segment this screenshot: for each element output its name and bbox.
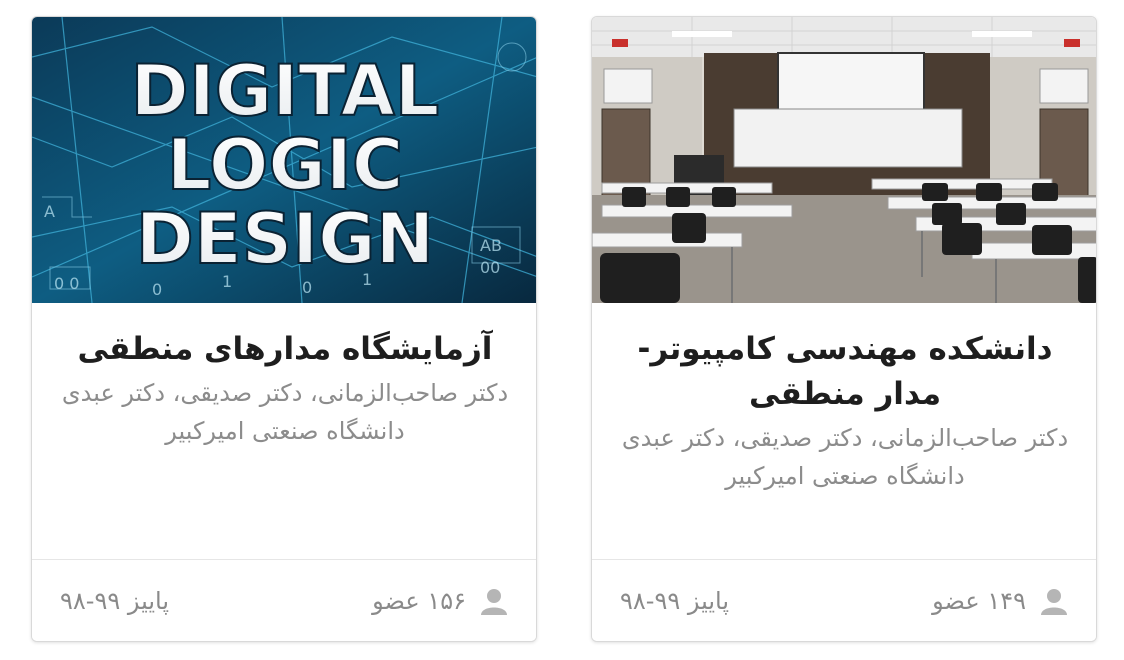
svg-text:0 0: 0 0 — [54, 274, 79, 293]
course-card[interactable]: A 0 0 AB 00 0 1 0 1 DIGITAL LOGIC DESIGN… — [31, 16, 537, 642]
svg-text:0: 0 — [152, 280, 162, 299]
classroom-photo — [592, 17, 1096, 303]
course-university: دانشگاه صنعتی امیرکبیر — [165, 417, 405, 445]
cover-line-3: DESIGN — [136, 198, 434, 280]
digital-logic-cover-art: A 0 0 AB 00 0 1 0 1 DIGITAL LOGIC DESIGN — [32, 17, 536, 303]
card-footer: ۱۴۹ عضو پاییز ۹۹-۹۸ — [592, 559, 1096, 641]
svg-text:0: 0 — [302, 278, 312, 297]
svg-text:A: A — [44, 202, 55, 221]
cover-line-1: DIGITAL — [131, 50, 440, 132]
course-instructors: دکتر صاحب‌الزمانی، دکتر صدیقی، دکتر عبدی — [621, 424, 1069, 452]
user-icon — [480, 587, 508, 615]
card-body: دانشکده مهندسی کامپیوتر- مدار منطقی دکتر… — [592, 303, 1096, 561]
course-university: دانشگاه صنعتی امیرکبیر — [725, 462, 965, 490]
course-title[interactable]: آزمایشگاه مدارهای منطقی — [52, 327, 518, 372]
member-count: ۱۴۹ عضو — [932, 587, 1068, 615]
course-term: پاییز ۹۹-۹۸ — [60, 586, 170, 615]
course-instructors: دکتر صاحب‌الزمانی، دکتر صدیقی، دکتر عبدی — [61, 379, 509, 407]
card-footer: ۱۵۶ عضو پاییز ۹۹-۹۸ — [32, 559, 536, 641]
member-count-label: ۱۴۹ عضو — [932, 586, 1026, 615]
course-cards-grid: A 0 0 AB 00 0 1 0 1 DIGITAL LOGIC DESIGN… — [0, 0, 1124, 660]
card-body: آزمایشگاه مدارهای منطقی دکتر صاحب‌الزمان… — [32, 303, 536, 561]
user-icon — [1040, 587, 1068, 615]
cover-line-2: LOGIC — [167, 124, 404, 206]
member-count-label: ۱۵۶ عضو — [372, 586, 466, 615]
svg-text:AB: AB — [480, 236, 502, 255]
course-term: پاییز ۹۹-۹۸ — [620, 586, 730, 615]
member-count: ۱۵۶ عضو — [372, 587, 508, 615]
course-cover-image[interactable] — [592, 17, 1096, 303]
svg-text:00: 00 — [480, 258, 500, 277]
course-card[interactable]: دانشکده مهندسی کامپیوتر- مدار منطقی دکتر… — [591, 16, 1097, 642]
course-title[interactable]: دانشکده مهندسی کامپیوتر- مدار منطقی — [612, 327, 1078, 417]
course-cover-image[interactable]: A 0 0 AB 00 0 1 0 1 DIGITAL LOGIC DESIGN — [32, 17, 536, 303]
